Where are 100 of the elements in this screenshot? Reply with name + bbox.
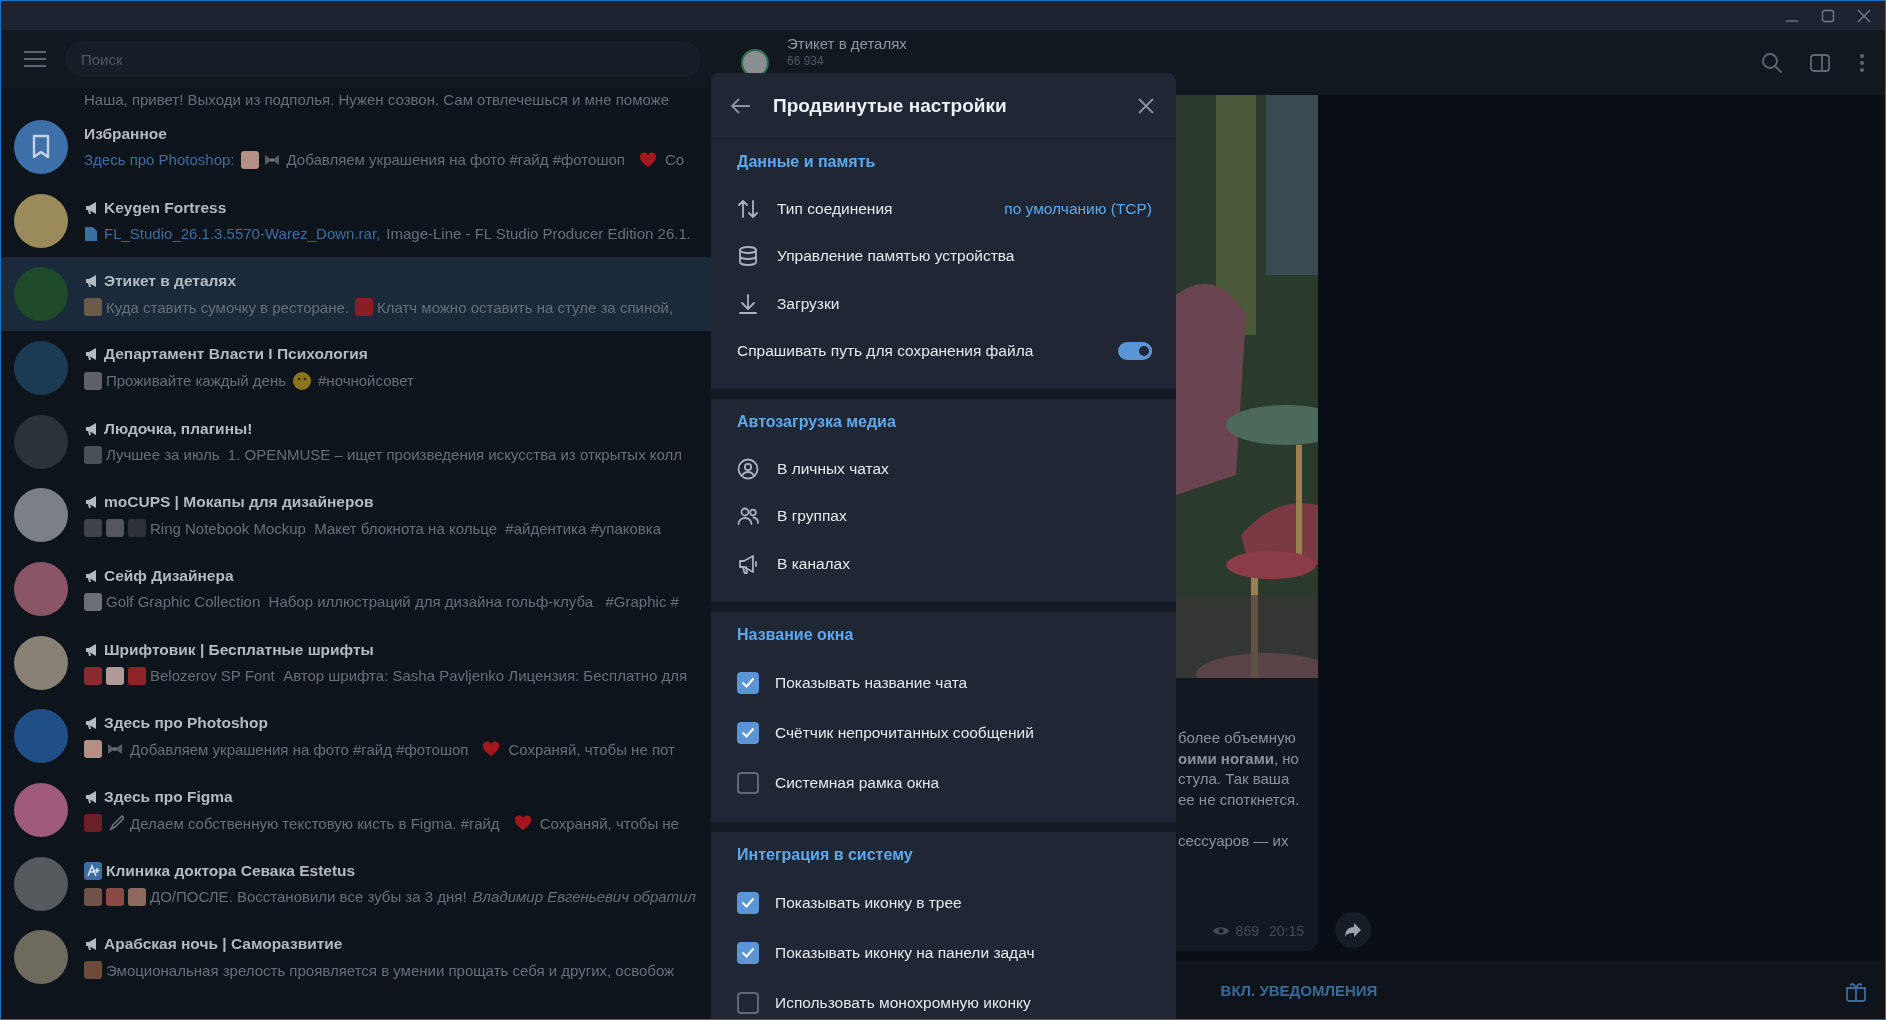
message-text: сессуаров — их	[1178, 831, 1289, 849]
message-preview: Со	[664, 151, 685, 169]
message-preview: Добавляем украшения на фото #гайд #фотошоп	[286, 151, 625, 169]
close-icon[interactable]	[1138, 97, 1154, 114]
checkbox-label: Показывать иконку в трее	[775, 893, 963, 912]
chat-name: Шрифтовик | Бесплатные шрифты	[104, 640, 374, 659]
checkbox-label: Системная рамка окна	[775, 773, 941, 792]
arrows-icon	[737, 197, 759, 220]
group-icon	[737, 505, 759, 528]
chat-name: Сейф Дизайнера	[104, 566, 234, 585]
chat-row[interactable]: Людочка, плагины! Лучшее за июль 1. OPENMUSE – ищет произведения искусства из открытых колл	[1, 404, 713, 479]
row-value: по умолчанию (TCP)	[1004, 199, 1152, 218]
person-icon	[737, 457, 759, 480]
message-preview: ДО/ПОСЛЕ. Восстановили все зубы за 3 дня!	[150, 888, 467, 906]
settings-row[interactable]: В личных чатах	[711, 445, 1176, 493]
message-text: оими ногами, но	[1178, 749, 1299, 767]
preview-highlight: Здесь про Photoshop:	[84, 151, 235, 169]
badge-icon	[84, 861, 102, 880]
download-icon	[737, 292, 759, 315]
share-arrow-icon	[1344, 922, 1362, 938]
chat-name: Этикет в деталях	[104, 272, 237, 291]
checkmark-icon	[741, 677, 755, 688]
chat-row[interactable]: Этикет в деталях Куда ставить сумочку в ресторане. Клатч можно оставить на стуле за спиной,	[1, 257, 713, 332]
chat-row[interactable]: Шрифтовик | Бесплатные шрифты Belozerov SP Font Автор шрифта: Sasha Pavljenko Лицензия: Бесплатно для	[1, 625, 713, 700]
brush-icon	[106, 814, 124, 833]
chat-name: Избранное	[84, 124, 167, 143]
checkbox[interactable]	[737, 891, 759, 914]
settings-row[interactable]: Управление памятью устройства	[711, 232, 1176, 280]
search-field[interactable]: Поиск	[65, 41, 701, 77]
message-preview: #ночнойсовет	[318, 372, 414, 390]
section-title: Название окна	[737, 625, 854, 644]
chat-row[interactable]: Здесь про Photoshop Добавляем украшения на фото #гайд #фотошоп Сохраняй, чтобы не пот	[1, 699, 713, 774]
menu-icon[interactable]	[23, 50, 47, 68]
row-label: Загрузки	[777, 294, 841, 313]
section-title: Интеграция в систему	[737, 845, 913, 864]
checkbox-label: Использовать монохромную иконку	[775, 993, 1032, 1012]
back-arrow-icon[interactable]	[731, 97, 751, 114]
settings-row[interactable]: В каналах	[711, 540, 1176, 588]
checkbox[interactable]	[737, 991, 759, 1014]
heart-icon	[482, 741, 501, 758]
checkmark-icon	[741, 897, 755, 908]
chat-name: Keygen Fortress	[104, 199, 227, 218]
message-preview: Проживайте каждый день	[106, 372, 286, 390]
message-text: ее не споткнется.	[1178, 790, 1300, 808]
chat-name: moCUPS | Мокапы для дизайнеров	[104, 493, 374, 512]
dialog-title: Продвинутые настройки	[773, 94, 1008, 117]
message-preview: Клатч можно оставить на стуле за спиной,	[376, 298, 674, 316]
row-label: Спрашивать путь для сохранения файла	[737, 342, 1035, 361]
chat-name: Департамент Власти I Психология	[104, 344, 368, 363]
forward-button[interactable]	[1335, 912, 1371, 948]
sidebar-icon[interactable]	[1809, 51, 1831, 74]
checkbox[interactable]	[737, 721, 759, 744]
chat-name: Людочка, плагины!	[104, 419, 253, 438]
checkbox-label: Счётчик непрочитанных сообщений	[775, 723, 1035, 742]
message-preview: Сохраняй, чтобы не	[539, 814, 679, 832]
database-icon	[737, 245, 759, 268]
chat-row[interactable]: Арабская ночь | Саморазвитие Эмоциональная зрелость проявляется в умении прощать себя и других, освобож	[1, 920, 713, 995]
close-icon[interactable]	[1857, 8, 1871, 23]
chat-row[interactable]: moCUPS | Мокапы для дизайнеров Ring Notebook Mockup Макет блокнота на кольце #айдентика #упаковка	[1, 478, 713, 553]
section-title: Данные и память	[737, 153, 876, 171]
checkbox[interactable]	[737, 671, 759, 694]
message-preview: Наша, привет! Выходи из подполья. Нужен созвон. Сам отвлечешься и мне поможе	[84, 90, 669, 108]
heart-icon	[638, 151, 657, 168]
eye-icon	[1211, 924, 1230, 937]
message-preview: Добавляем украшения на фото #гайд #фотошоп	[130, 740, 469, 758]
chat-row[interactable]: Клиника доктора Севака Estetus ДО/ПОСЛЕ. Восстановили все зубы за 3 дня! Владимир Евгеньевич обратил	[1, 846, 713, 921]
chat-row[interactable]: Здесь про Figma Делаем собственную текстовую кисть в Figma. #гайд Сохраняй, чтобы не	[1, 773, 713, 847]
message-preview: Куда ставить сумочку в ресторане.	[106, 298, 349, 316]
checkbox-label: Показывать иконку на панели задач	[775, 943, 1036, 962]
message-preview: Golf Graphic Collection Набор иллюстраций для дизайна гольф-клуба #Graphic #	[106, 593, 679, 611]
checkbox[interactable]	[737, 771, 759, 794]
chat-name: Арабская ночь | Саморазвитие	[104, 935, 343, 954]
checkbox-label: Показывать название чата	[775, 673, 969, 692]
checkmark-icon	[741, 727, 755, 738]
gift-icon[interactable]	[1845, 980, 1867, 1002]
section-title: Автозагрузка медиа	[737, 413, 896, 431]
settings-row[interactable]: Тип соединения по умолчанию (TCP)	[711, 185, 1176, 233]
message-preview: Belozerov SP Font Автор шрифта: Sasha Pavljenko Лицензия: Бесплатно для	[150, 667, 688, 685]
message-preview: Владимир Евгеньевич обратил	[472, 888, 696, 906]
row-label: В группах	[777, 507, 848, 526]
checkbox[interactable]	[737, 941, 759, 964]
message-text: стула. Так ваша	[1178, 770, 1290, 787]
maximize-icon[interactable]	[1821, 8, 1835, 23]
row-label: Управление памятью устройства	[777, 247, 1016, 266]
chat-row[interactable]: Сейф Дизайнера Golf Graphic Collection Набор иллюстраций для дизайна гольф-клуба #Graphic #	[1, 552, 713, 626]
heart-icon	[513, 815, 532, 832]
message-preview: Сохраняй, чтобы не пот	[508, 740, 675, 758]
subscriber-count: 66 934	[787, 54, 825, 68]
toggle-switch[interactable]	[1118, 342, 1152, 361]
checkmark-icon	[741, 947, 755, 958]
chat-row[interactable]: Департамент Власти I Психология Проживайте каждый день #ночнойсовет	[1, 331, 713, 405]
settings-row[interactable]: Загрузки	[711, 280, 1176, 328]
preview-highlight: FL_Studio_26.1.3.5570-Warez_Down.rar,	[104, 225, 381, 243]
chat-row[interactable]: Keygen Fortress FL_Studio_26.1.3.5570-Warez_Down.rar, Image-Line - FL Studio Producer Edition 26.1.	[1, 183, 713, 258]
emoji-icon	[292, 370, 312, 391]
chat-row[interactable]: Избранное Здесь про Photoshop: Добавляем украшения на фото #гайд #фотошоп Со	[1, 110, 713, 184]
settings-row[interactable]: В группах	[711, 492, 1176, 540]
more-icon[interactable]	[1859, 51, 1865, 74]
row-label: В каналах	[777, 554, 851, 573]
search-icon[interactable]	[1761, 51, 1783, 74]
